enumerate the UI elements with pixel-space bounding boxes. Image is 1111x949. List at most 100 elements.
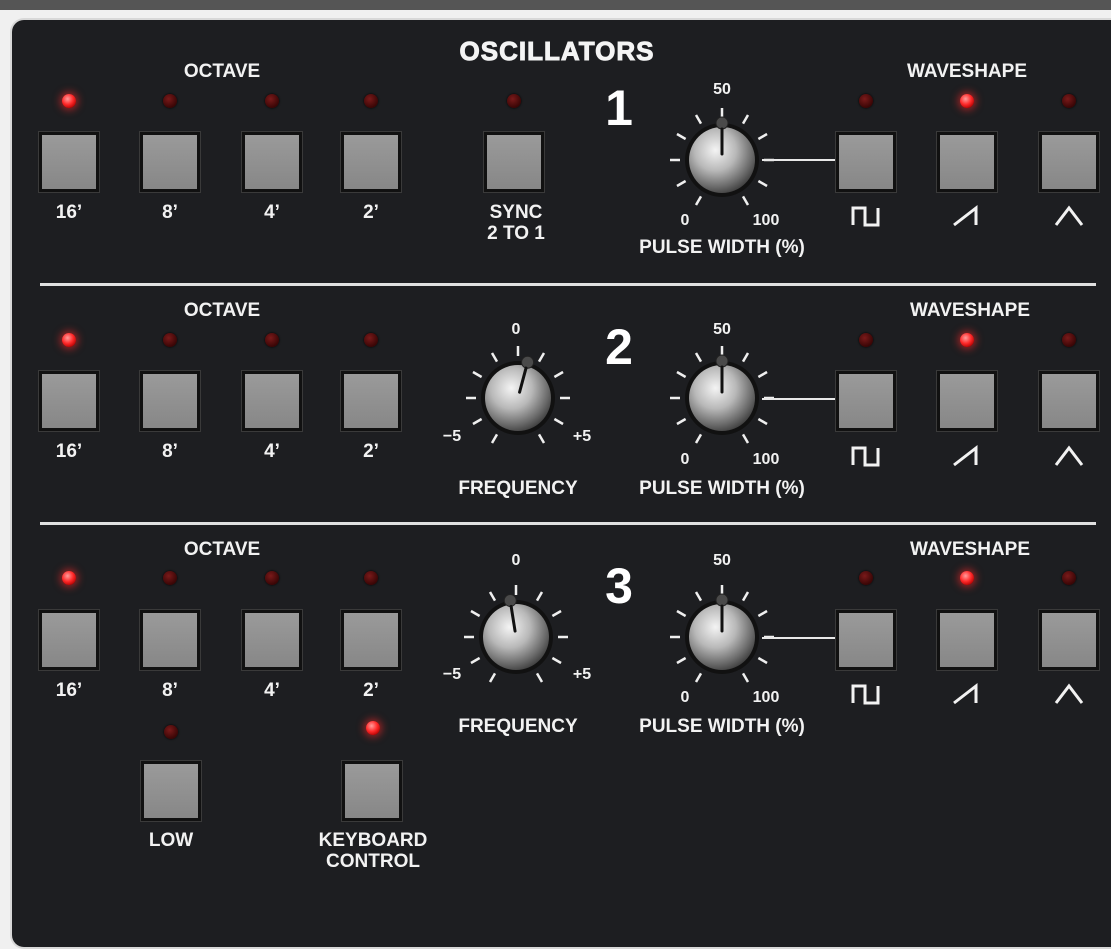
frequency-min-tick: −5	[442, 428, 462, 445]
octave-2-label: 2’	[363, 680, 379, 701]
pulse-width-min-tick: 0	[680, 689, 690, 706]
frequency-label: FREQUENCY	[458, 478, 578, 499]
waveshape-sawtooth-button[interactable]	[937, 132, 997, 192]
octave-4-button[interactable]	[242, 371, 302, 431]
octave-16-button[interactable]	[39, 610, 99, 670]
waveshape-square-button[interactable]	[836, 132, 896, 192]
octave-2-led	[364, 333, 378, 347]
top-edge	[0, 0, 1111, 10]
pulse-width-label: PULSE WIDTH (%)	[639, 237, 805, 258]
octave-8-led	[163, 571, 177, 585]
octave-2-button[interactable]	[341, 371, 401, 431]
pulse-width-min-tick: 0	[680, 451, 690, 468]
octave-8-led	[163, 94, 177, 108]
sawtooth-wave-icon	[953, 444, 978, 467]
octave-4-button[interactable]	[242, 610, 302, 670]
low-label: LOW	[148, 830, 194, 851]
frequency-mid-tick: 0	[511, 552, 521, 569]
frequency-knob[interactable]	[458, 338, 578, 458]
octave-4-led	[265, 571, 279, 585]
octave-2-led	[364, 94, 378, 108]
low-button[interactable]	[141, 761, 201, 821]
waveshape-square-button[interactable]	[836, 610, 896, 670]
octave-2-label: 2’	[363, 202, 379, 223]
low-led	[164, 725, 178, 739]
pulse-width-max-tick: 100	[752, 451, 780, 468]
octave-16-led	[62, 94, 76, 108]
triangle-wave-icon	[1054, 445, 1084, 466]
pulse-width-mid-tick: 50	[713, 552, 731, 569]
octave-4-button[interactable]	[242, 132, 302, 192]
octave-8-button[interactable]	[140, 132, 200, 192]
frequency-max-tick: +5	[572, 666, 592, 683]
panel-title: OSCILLATORS	[459, 36, 655, 67]
square-wave-icon	[851, 684, 880, 705]
frequency-mid-tick: 0	[511, 321, 521, 338]
octave-2-button[interactable]	[341, 610, 401, 670]
octave-8-label: 8’	[162, 202, 178, 223]
waveshape-square-led	[859, 571, 873, 585]
pulse-width-connector	[762, 637, 840, 639]
waveshape-label: WAVESHAPE	[906, 61, 1028, 82]
frequency-max-tick: +5	[572, 428, 592, 445]
octave-8-label: 8’	[162, 680, 178, 701]
octave-16-label: 16’	[55, 202, 83, 223]
triangle-wave-icon	[1054, 205, 1084, 226]
octave-8-label: 8’	[162, 441, 178, 462]
waveshape-triangle-led	[1062, 94, 1076, 108]
oscillator-number: 3	[605, 558, 633, 614]
waveshape-sawtooth-button[interactable]	[937, 371, 997, 431]
octave-4-label: 4’	[264, 680, 280, 701]
pulse-width-label: PULSE WIDTH (%)	[639, 478, 805, 499]
waveshape-triangle-button[interactable]	[1039, 132, 1099, 192]
waveshape-triangle-button[interactable]	[1039, 371, 1099, 431]
octave-16-led	[62, 333, 76, 347]
waveshape-triangle-led	[1062, 571, 1076, 585]
oscillator-number: 2	[605, 319, 633, 375]
pulse-width-min-tick: 0	[680, 212, 690, 229]
octave-label: OCTAVE	[183, 539, 261, 560]
sync-button[interactable]	[484, 132, 544, 192]
waveshape-square-button[interactable]	[836, 371, 896, 431]
octave-16-button[interactable]	[39, 371, 99, 431]
pulse-width-mid-tick: 50	[713, 321, 731, 338]
square-wave-icon	[851, 446, 880, 467]
sync-led	[507, 94, 521, 108]
waveshape-triangle-led	[1062, 333, 1076, 347]
waveshape-sawtooth-led	[960, 333, 974, 347]
waveshape-label: WAVESHAPE	[909, 300, 1031, 321]
waveshape-square-led	[859, 94, 873, 108]
octave-16-button[interactable]	[39, 132, 99, 192]
octave-2-button[interactable]	[341, 132, 401, 192]
keyboard-control-label: KEYBOARD CONTROL	[318, 830, 428, 872]
octave-2-led	[364, 571, 378, 585]
octave-8-led	[163, 333, 177, 347]
octave-label: OCTAVE	[183, 300, 261, 321]
waveshape-triangle-button[interactable]	[1039, 610, 1099, 670]
octave-4-led	[265, 333, 279, 347]
octave-8-button[interactable]	[140, 371, 200, 431]
sync-label: SYNC 2 TO 1	[487, 202, 545, 244]
keyboard-control-led	[366, 721, 380, 735]
pulse-width-label: PULSE WIDTH (%)	[639, 716, 805, 737]
oscillator-number: 1	[605, 80, 633, 136]
sawtooth-wave-icon	[953, 682, 978, 705]
waveshape-sawtooth-button[interactable]	[937, 610, 997, 670]
octave-16-label: 16’	[55, 680, 83, 701]
waveshape-sawtooth-led	[960, 571, 974, 585]
octave-4-label: 4’	[264, 441, 280, 462]
square-wave-icon	[851, 206, 880, 227]
pulse-width-mid-tick: 50	[713, 81, 731, 98]
octave-16-label: 16’	[55, 441, 83, 462]
octave-4-led	[265, 94, 279, 108]
octave-8-button[interactable]	[140, 610, 200, 670]
octave-label: OCTAVE	[183, 61, 261, 82]
pulse-width-max-tick: 100	[752, 689, 780, 706]
section-divider	[40, 522, 1096, 525]
pulse-width-max-tick: 100	[752, 212, 780, 229]
waveshape-square-led	[859, 333, 873, 347]
frequency-knob[interactable]	[456, 577, 576, 697]
keyboard-control-button[interactable]	[342, 761, 402, 821]
frequency-label: FREQUENCY	[458, 716, 578, 737]
waveshape-sawtooth-led	[960, 94, 974, 108]
